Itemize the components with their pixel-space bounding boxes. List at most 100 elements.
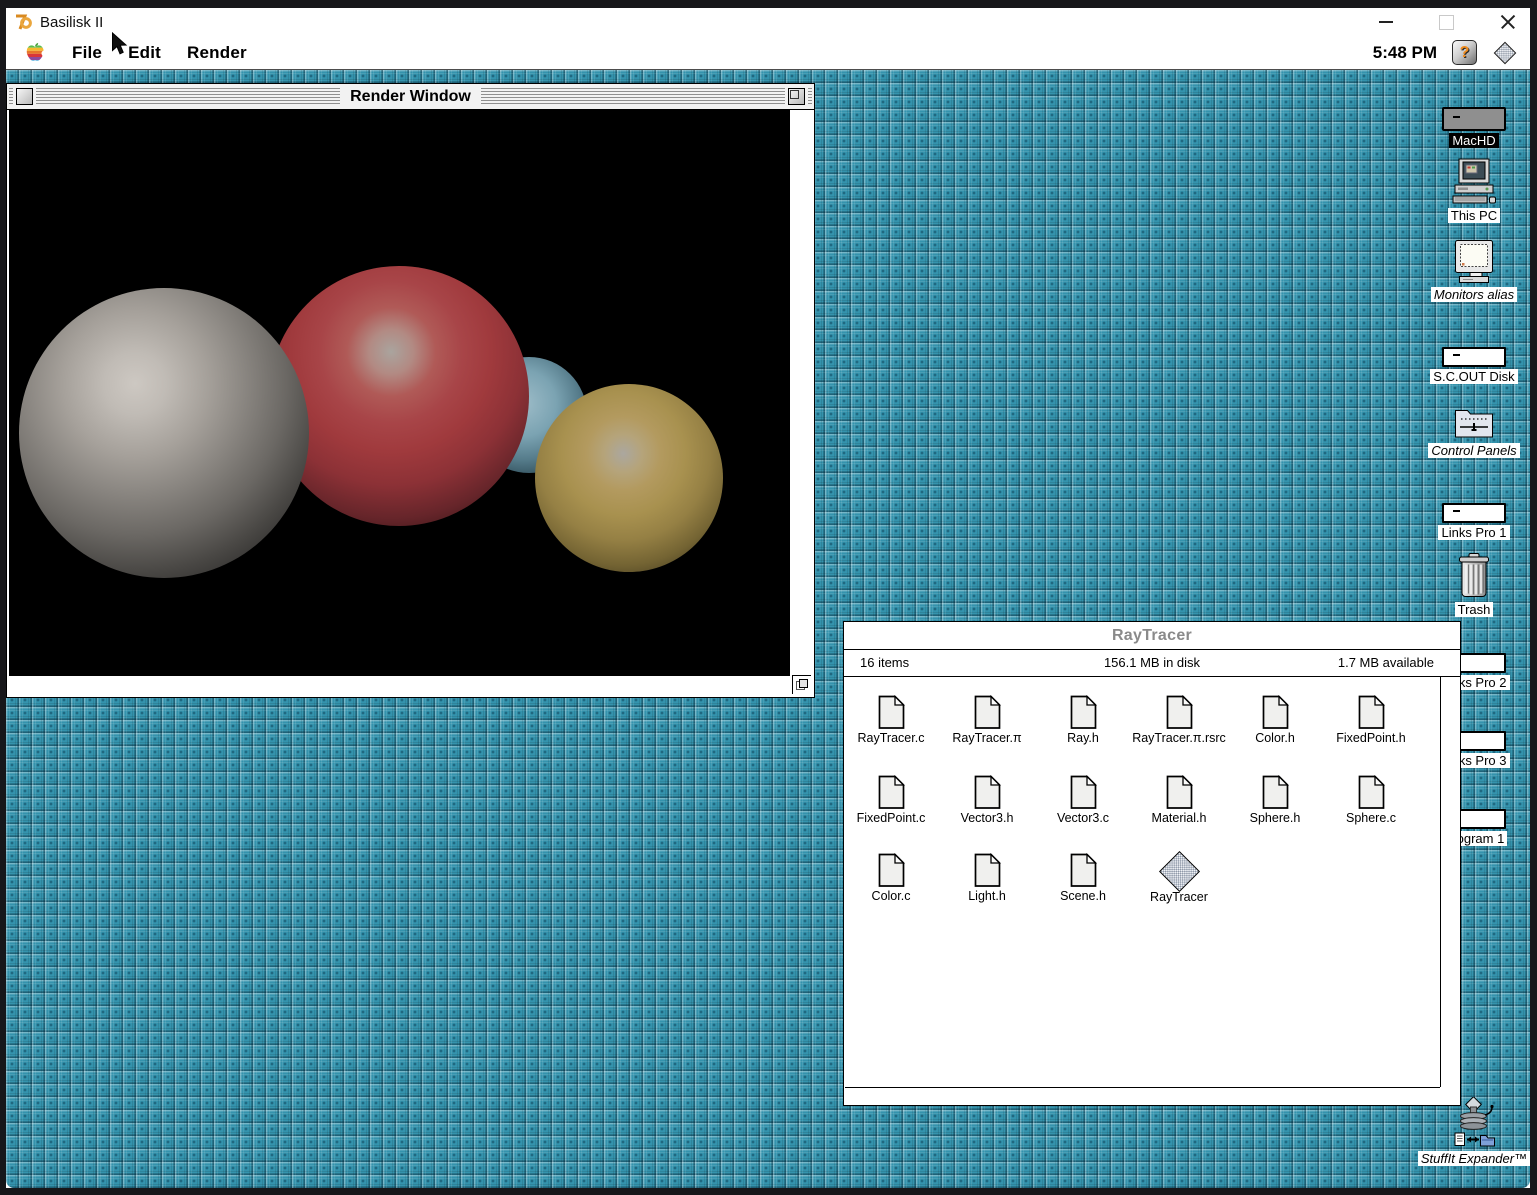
document-icon	[1262, 695, 1289, 730]
document-icon	[1358, 775, 1385, 810]
file-name: Light.h	[932, 889, 1042, 903]
file-name: Sphere.c	[1316, 811, 1426, 825]
file-item[interactable]: RayTracer	[1124, 853, 1234, 904]
minimize-button-icon[interactable]	[1379, 21, 1393, 23]
file-item[interactable]: Material.h	[1124, 775, 1234, 825]
file-item[interactable]: Scene.h	[1028, 853, 1138, 903]
document-icon	[878, 695, 905, 730]
desktop-icon-stuffit-expander[interactable]: StuffIt Expander™	[1414, 1097, 1530, 1168]
apple-menu-icon[interactable]	[24, 40, 46, 66]
disk-available: 1.7 MB available	[1338, 655, 1434, 670]
vertical-scrollbar[interactable]	[1440, 677, 1460, 1087]
icon-label: Links Pro 1	[1438, 525, 1509, 540]
menu-edit[interactable]: Edit	[128, 43, 161, 63]
application-menu-icon[interactable]	[1492, 41, 1518, 65]
icon-label: S.C.OUT Disk	[1430, 369, 1517, 384]
close-button-icon[interactable]	[1500, 14, 1516, 30]
file-item[interactable]: FixedPoint.c	[845, 775, 946, 825]
control-panels-folder-icon	[1451, 403, 1497, 441]
document-icon	[1070, 853, 1097, 888]
icon-label: Monitors alias	[1431, 287, 1517, 302]
file-item[interactable]: Sphere.c	[1316, 775, 1426, 825]
file-name: FixedPoint.h	[1316, 731, 1426, 745]
menu-render[interactable]: Render	[187, 43, 247, 63]
file-item[interactable]: Vector3.c	[1028, 775, 1138, 825]
file-name: RayTracer.π.rsrc	[1124, 731, 1234, 745]
file-name: Scene.h	[1028, 889, 1138, 903]
document-icon	[974, 853, 1001, 888]
trash-icon	[1456, 552, 1492, 600]
folder-status-bar: 16 items 156.1 MB in disk 1.7 MB availab…	[844, 650, 1460, 677]
file-name: RayTracer.c	[845, 731, 946, 745]
icon-label: This PC	[1448, 208, 1500, 223]
file-name: Ray.h	[1028, 731, 1138, 745]
file-name: RayTracer.π	[932, 731, 1042, 745]
raytracer-window-title: RayTracer	[1112, 627, 1192, 645]
red-sphere	[269, 266, 529, 526]
file-item[interactable]: RayTracer.π.rsrc	[1124, 695, 1234, 745]
file-item[interactable]: Color.h	[1220, 695, 1330, 745]
document-icon	[1358, 695, 1385, 730]
menu-file[interactable]: File	[72, 43, 102, 63]
mac-monitor-icon	[1451, 239, 1497, 285]
file-item[interactable]: Ray.h	[1028, 695, 1138, 745]
file-item[interactable]: RayTracer.π	[932, 695, 1042, 745]
file-name: Color.h	[1220, 731, 1330, 745]
file-item[interactable]: RayTracer.c	[845, 695, 946, 745]
desktop-icon-monitors-alias[interactable]: Monitors alias	[1414, 239, 1530, 304]
render-window-body	[8, 110, 813, 696]
desktop-icon-trash[interactable]: Trash	[1414, 552, 1530, 619]
disk-icon	[1442, 347, 1506, 367]
desktop-icon-control-panels[interactable]: Control Panels	[1414, 403, 1530, 460]
desktop-icon-links-pro-1[interactable]: Links Pro 1	[1414, 503, 1530, 542]
document-icon	[1166, 775, 1193, 810]
file-item[interactable]: Sphere.h	[1220, 775, 1330, 825]
file-name: Sphere.h	[1220, 811, 1330, 825]
mac-desktop[interactable]: Render Window	[6, 70, 1530, 1188]
basilisk-app-icon	[14, 13, 32, 31]
close-box-icon[interactable]	[16, 88, 33, 105]
desktop-icon-scout-disk[interactable]: S.C.OUT Disk	[1414, 347, 1530, 386]
maximize-button-icon[interactable]	[1439, 15, 1454, 30]
raytracer-titlebar[interactable]: RayTracer	[844, 622, 1460, 650]
raytracer-window[interactable]: RayTracer 16 items 156.1 MB in disk 1.7 …	[843, 621, 1461, 1106]
file-item[interactable]: Vector3.h	[932, 775, 1042, 825]
document-icon	[1070, 775, 1097, 810]
document-icon	[878, 853, 905, 888]
icon-label: MacHD	[1449, 133, 1498, 148]
icon-label: Control Panels	[1428, 443, 1519, 458]
zoom-box-icon[interactable]	[788, 88, 805, 105]
gold-sphere	[535, 384, 723, 572]
document-icon	[974, 775, 1001, 810]
file-name: Material.h	[1124, 811, 1234, 825]
render-window-title: Render Window	[340, 88, 481, 106]
raytracer-app-mini-icon	[1494, 41, 1517, 64]
mouse-cursor	[111, 32, 128, 57]
windows-titlebar[interactable]: Basilisk II	[6, 8, 1530, 36]
document-icon	[974, 695, 1001, 730]
balloon-help-icon[interactable]: ?	[1452, 40, 1477, 65]
application-diamond-icon	[1158, 851, 1199, 892]
file-item[interactable]: FixedPoint.h	[1316, 695, 1426, 745]
file-name: Color.c	[845, 889, 946, 903]
icon-label: StuffIt Expander™	[1418, 1151, 1530, 1166]
file-name: FixedPoint.c	[845, 811, 946, 825]
screen: Basilisk II	[0, 0, 1537, 1195]
render-window-titlebar[interactable]: Render Window	[7, 84, 814, 110]
desktop-icon-this-pc[interactable]: This PC	[1414, 158, 1530, 225]
file-name: Vector3.h	[932, 811, 1042, 825]
render-window[interactable]: Render Window	[6, 83, 815, 698]
file-item[interactable]: Light.h	[932, 853, 1042, 903]
horizontal-scrollbar[interactable]	[845, 1087, 1440, 1105]
icon-label: Trash	[1455, 602, 1494, 617]
folder-contents: RayTracer.c RayTracer.π Ray.h RayTracer.…	[845, 677, 1440, 1087]
desktop-icon-machd[interactable]: MacHD	[1414, 107, 1530, 150]
menubar-clock: 5:48 PM	[1373, 43, 1437, 63]
file-item[interactable]: Color.c	[845, 853, 946, 903]
document-icon	[1166, 695, 1193, 730]
grow-box-icon[interactable]	[792, 675, 811, 694]
document-icon	[1262, 775, 1289, 810]
document-icon	[878, 775, 905, 810]
document-icon	[1070, 695, 1097, 730]
basilisk-window: Basilisk II	[6, 8, 1530, 1188]
